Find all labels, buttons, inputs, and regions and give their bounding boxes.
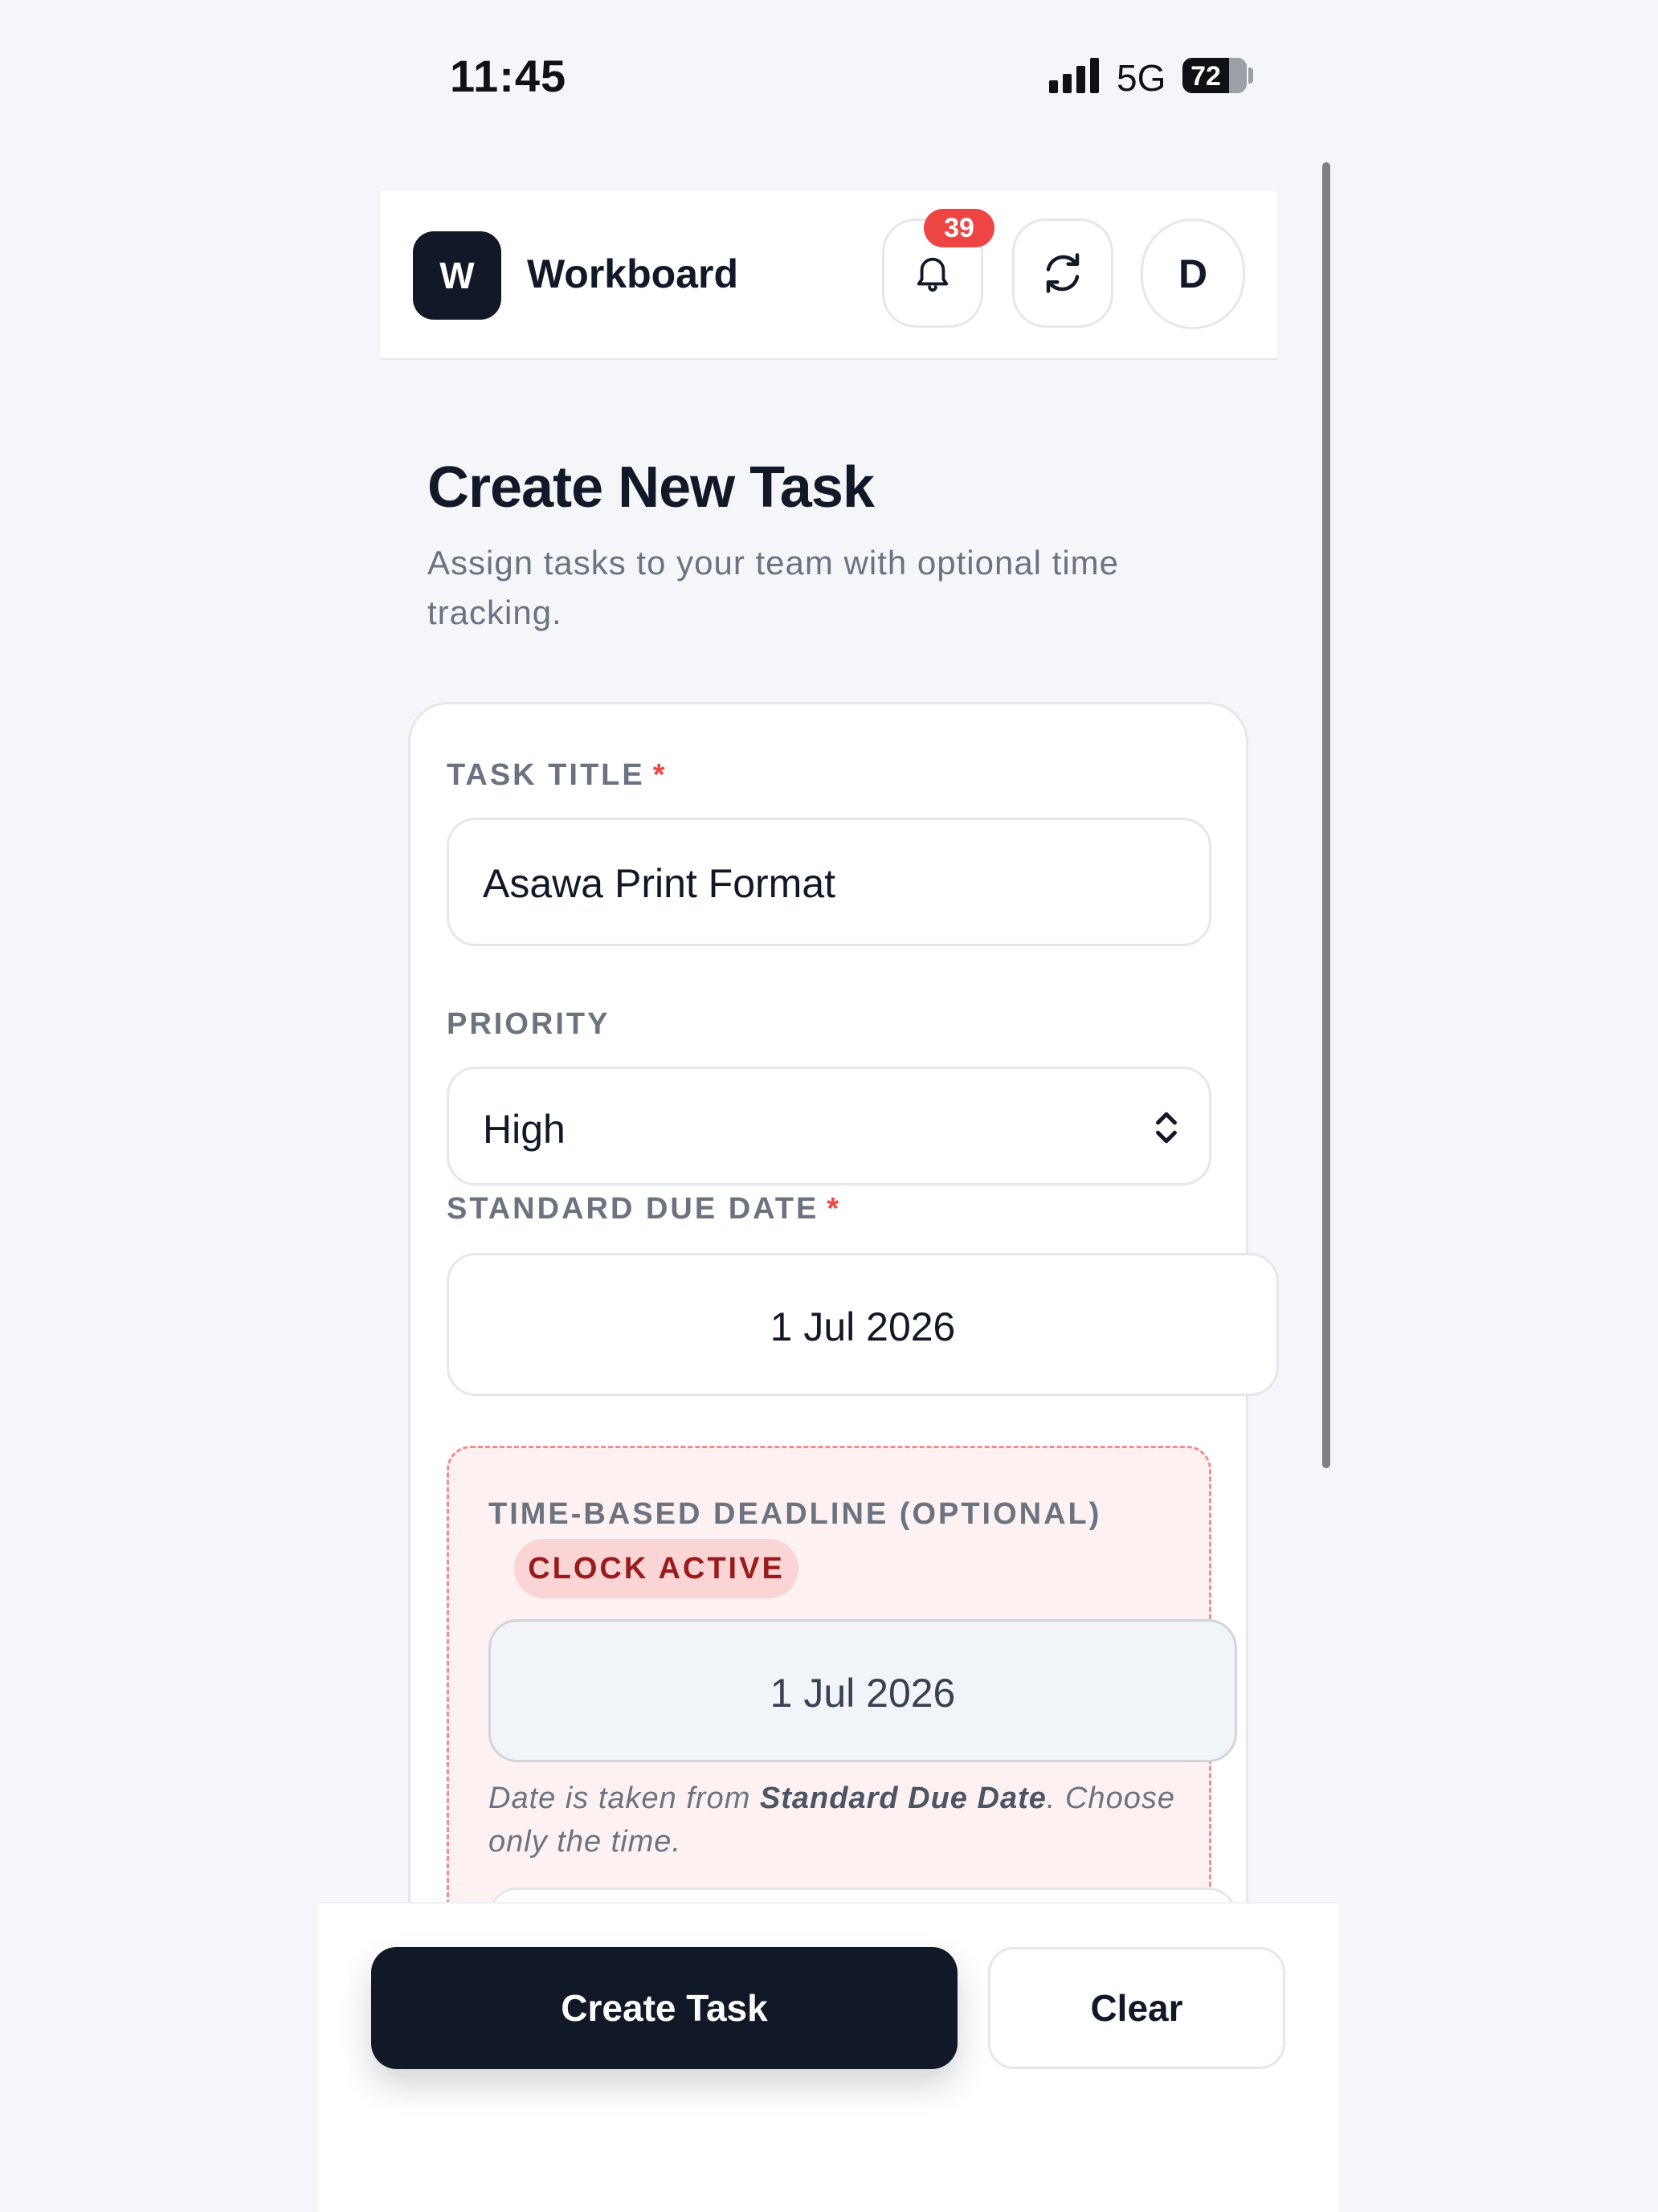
clear-button[interactable]: Clear (988, 1947, 1285, 2069)
bell-icon (917, 257, 949, 292)
battery-tip (1248, 67, 1253, 84)
chevron-up-down-icon (1156, 1112, 1177, 1144)
status-time: 11:45 (450, 51, 567, 101)
refresh-icon (1046, 253, 1080, 293)
refresh-button[interactable] (1012, 218, 1113, 328)
signal-icon (1049, 56, 1101, 93)
brand-name: Workboard (527, 251, 738, 296)
deadline-date-input: 1 Jul 2026 (488, 1619, 1237, 1762)
priority-value: High (483, 1107, 566, 1152)
app-logo[interactable]: W (413, 231, 501, 320)
deadline-date-value: 1 Jul 2026 (770, 1671, 956, 1716)
notification-count-badge: 39 (924, 209, 994, 247)
task-title-label: TASK TITLE * (447, 758, 668, 792)
priority-label: PRIORITY (447, 1007, 611, 1041)
priority-select[interactable]: High (447, 1067, 1211, 1186)
due-date-input[interactable]: 1 Jul 2026 (447, 1253, 1279, 1396)
due-date-label: STANDARD DUE DATE * (447, 1192, 842, 1226)
time-deadline-label: TIME-BASED DEADLINE (OPTIONAL) (488, 1497, 1102, 1531)
page-title: Create New Task (427, 455, 875, 520)
due-date-value: 1 Jul 2026 (770, 1304, 956, 1349)
task-title-value: Asawa Print Format (483, 861, 836, 906)
scrollbar[interactable] (1322, 162, 1330, 1468)
deadline-hint: Date is taken from Standard Due Date. Ch… (488, 1781, 1175, 1859)
page-subtitle: Assign tasks to your team with optional … (427, 544, 1120, 631)
required-marker: * (652, 758, 668, 792)
network-type: 5G (1117, 57, 1166, 99)
create-task-button[interactable]: Create Task (371, 1947, 958, 2069)
user-avatar[interactable]: D (1141, 218, 1245, 329)
battery-icon: 72 (1182, 58, 1247, 93)
required-marker: * (827, 1192, 842, 1226)
clock-status-badge: CLOCK ACTIVE (514, 1539, 798, 1598)
battery-level: 72 (1190, 61, 1221, 92)
task-title-input[interactable]: Asawa Print Format (447, 818, 1211, 946)
